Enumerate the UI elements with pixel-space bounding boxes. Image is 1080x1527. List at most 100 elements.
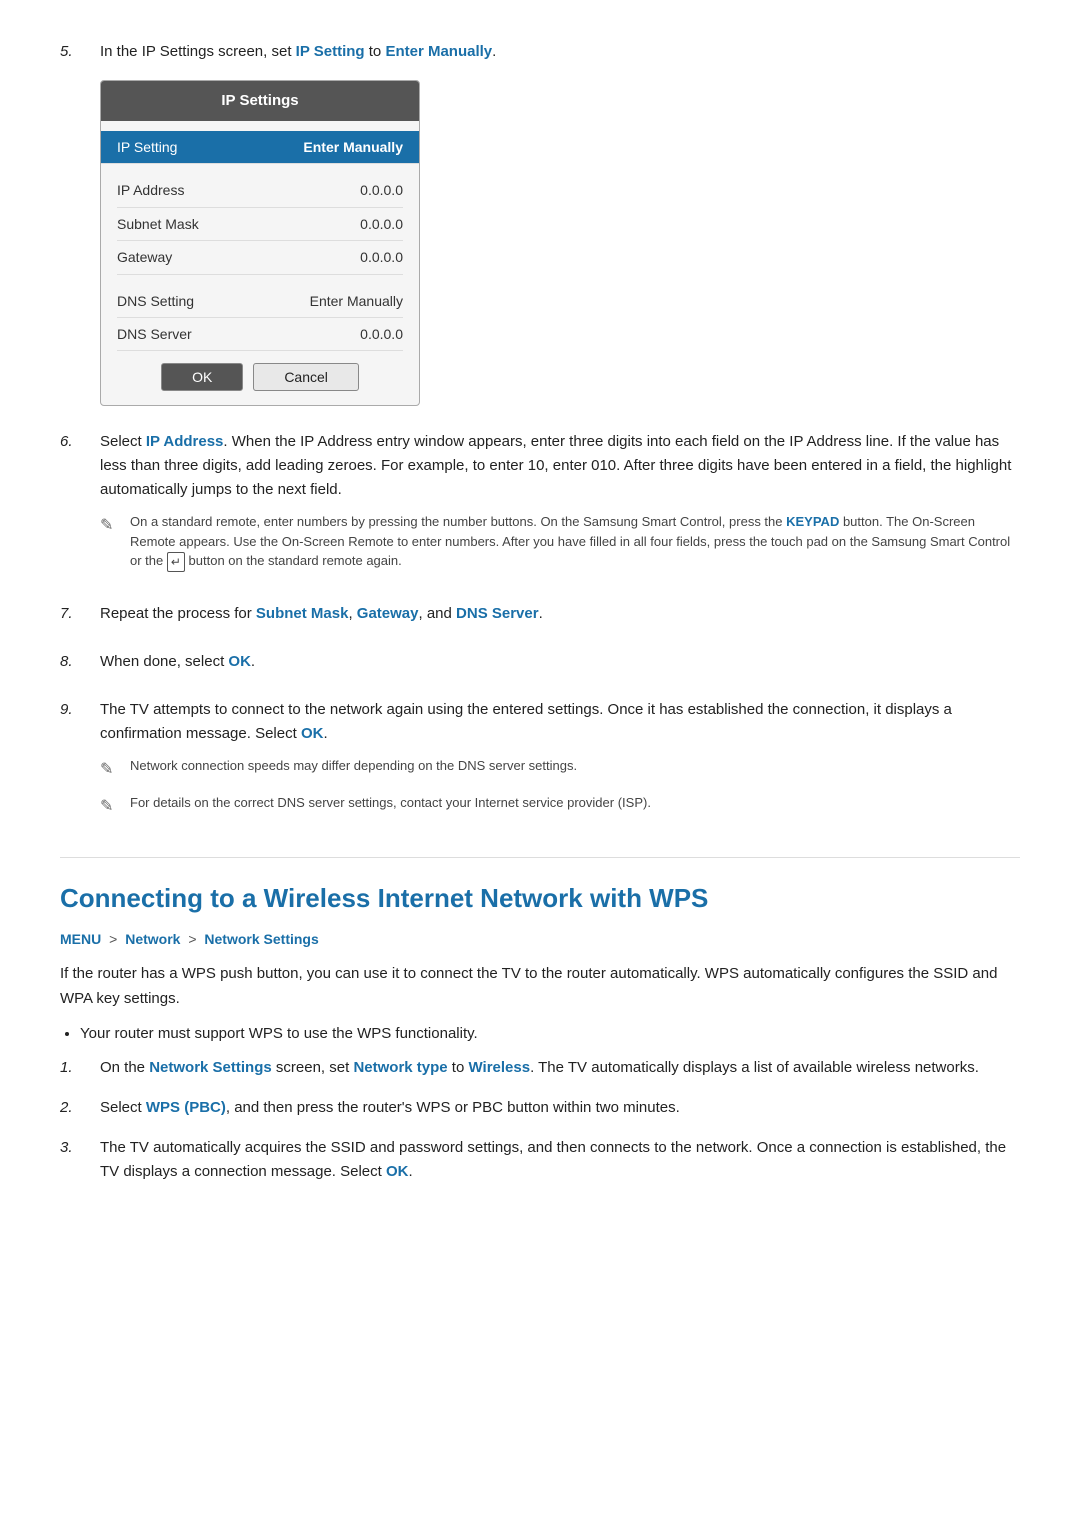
step-7-content: Repeat the process for Subnet Mask, Gate… [100, 602, 1020, 626]
ok-link-step9[interactable]: OK [301, 725, 324, 742]
subnet-mask-value: 0.0.0.0 [360, 213, 403, 235]
ip-address-link[interactable]: IP Address [146, 433, 224, 450]
wps-step-number-2: 2. [60, 1096, 88, 1120]
ok-link-wps[interactable]: OK [386, 1163, 409, 1180]
dialog-row-subnet-mask[interactable]: Subnet Mask 0.0.0.0 [117, 208, 403, 241]
step-7-text2: . [539, 605, 543, 622]
wps-step-number-1: 1. [60, 1056, 88, 1080]
step-7: 7. Repeat the process for Subnet Mask, G… [60, 602, 1020, 626]
wps-bullet-list: Your router must support WPS to use the … [80, 1022, 1020, 1046]
dialog-buttons: OK Cancel [117, 363, 403, 391]
pencil-icon-3: ✎ [100, 794, 120, 820]
network-type-link[interactable]: Network type [353, 1059, 447, 1076]
breadcrumb-sep1: > [105, 931, 121, 947]
wps-step-3-text1: The TV automatically acquires the SSID a… [100, 1139, 1006, 1180]
enter-manually-link[interactable]: Enter Manually [385, 43, 492, 60]
step-9-note2: ✎ For details on the correct DNS server … [100, 793, 1020, 820]
wps-step-2-content: Select WPS (PBC), and then press the rou… [100, 1096, 1020, 1120]
wps-step-2-text2: , and then press the router's WPS or PBC… [226, 1099, 680, 1116]
gateway-value: 0.0.0.0 [360, 246, 403, 268]
wps-heading: Connecting to a Wireless Internet Networ… [60, 882, 1020, 916]
pencil-icon-2: ✎ [100, 757, 120, 783]
ok-button[interactable]: OK [161, 363, 243, 391]
step-7-text1: Repeat the process for [100, 605, 256, 622]
dns-server-label: DNS Server [117, 323, 192, 345]
ok-link-step8[interactable]: OK [228, 653, 251, 670]
dialog-row-ip-setting[interactable]: IP Setting Enter Manually [101, 131, 419, 164]
step-6-content: Select IP Address. When the IP Address e… [100, 430, 1020, 578]
wps-step-3-text2: . [408, 1163, 412, 1180]
step-number-9: 9. [60, 698, 88, 722]
step-9: 9. The TV attempts to connect to the net… [60, 698, 1020, 825]
cancel-button[interactable]: Cancel [253, 363, 359, 391]
step-6-text1: Select [100, 433, 146, 450]
step-9-content: The TV attempts to connect to the networ… [100, 698, 1020, 825]
step-9-note2-text: For details on the correct DNS server se… [130, 793, 1020, 813]
wps-step-1-text3: to [448, 1059, 469, 1076]
ip-setting-link[interactable]: IP Setting [296, 43, 365, 60]
ip-setting-value: Enter Manually [303, 136, 403, 158]
gateway-link[interactable]: Gateway [357, 605, 419, 622]
step-5-middle: to [365, 43, 386, 60]
step-8-content: When done, select OK. [100, 650, 1020, 674]
ip-address-value: 0.0.0.0 [360, 179, 403, 201]
wps-pbc-link[interactable]: WPS (PBC) [146, 1099, 226, 1116]
breadcrumb: MENU > Network > Network Settings [60, 928, 1020, 950]
step-7-sep2: , and [419, 605, 457, 622]
step-5-text: In the IP Settings screen, set [100, 43, 296, 60]
step-5: 5. In the IP Settings screen, set IP Set… [60, 40, 1020, 64]
dialog-row-ip-address[interactable]: IP Address 0.0.0.0 [117, 174, 403, 207]
wps-step-3: 3. The TV automatically acquires the SSI… [60, 1136, 1020, 1184]
wps-section: Connecting to a Wireless Internet Networ… [60, 882, 1020, 1184]
breadcrumb-menu[interactable]: MENU [60, 931, 101, 947]
wps-step-1-content: On the Network Settings screen, set Netw… [100, 1056, 1020, 1080]
step-number-8: 8. [60, 650, 88, 674]
step-6-text2: . When the IP Address entry window appea… [100, 433, 1011, 498]
wps-step-2-text1: Select [100, 1099, 146, 1116]
breadcrumb-network[interactable]: Network [125, 931, 180, 947]
dialog-title: IP Settings [101, 81, 419, 121]
wps-step-2: 2. Select WPS (PBC), and then press the … [60, 1096, 1020, 1120]
step-number-6: 6. [60, 430, 88, 454]
subnet-mask-label: Subnet Mask [117, 213, 199, 235]
wps-step-number-3: 3. [60, 1136, 88, 1160]
step-number-5: 5. [60, 40, 88, 64]
step-5-after: . [492, 43, 496, 60]
dialog-row-gateway[interactable]: Gateway 0.0.0.0 [117, 241, 403, 274]
network-settings-link[interactable]: Network Settings [149, 1059, 272, 1076]
section-divider [60, 857, 1020, 858]
return-icon: ↵ [167, 552, 185, 572]
step-8-text1: When done, select [100, 653, 228, 670]
breadcrumb-sep2: > [184, 931, 200, 947]
wireless-link[interactable]: Wireless [469, 1059, 531, 1076]
step-6-note: ✎ On a standard remote, enter numbers by… [100, 512, 1020, 572]
wps-step-1-text4: . The TV automatically displays a list o… [530, 1059, 979, 1076]
gateway-label: Gateway [117, 246, 172, 268]
step-9-text2: . [323, 725, 327, 742]
dialog-body: IP Setting Enter Manually IP Address 0.0… [101, 121, 419, 405]
dns-server-value: 0.0.0.0 [360, 323, 403, 345]
dns-server-link[interactable]: DNS Server [456, 605, 539, 622]
dns-setting-label: DNS Setting [117, 290, 194, 312]
step-8: 8. When done, select OK. [60, 650, 1020, 674]
ip-setting-label: IP Setting [117, 136, 177, 158]
dialog-row-dns-server[interactable]: DNS Server 0.0.0.0 [117, 318, 403, 351]
wps-step-1-text2: screen, set [272, 1059, 354, 1076]
ip-settings-dialog: IP Settings IP Setting Enter Manually IP… [100, 80, 420, 406]
dialog-wrapper: IP Settings IP Setting Enter Manually IP… [100, 80, 1020, 406]
wps-step-1-text1: On the [100, 1059, 149, 1076]
wps-step-3-content: The TV automatically acquires the SSID a… [100, 1136, 1020, 1184]
wps-step-1: 1. On the Network Settings screen, set N… [60, 1056, 1020, 1080]
breadcrumb-network-settings[interactable]: Network Settings [204, 931, 318, 947]
step-8-text2: . [251, 653, 255, 670]
subnet-mask-link[interactable]: Subnet Mask [256, 605, 349, 622]
step-6-note-text: On a standard remote, enter numbers by p… [130, 512, 1020, 572]
step-9-note1: ✎ Network connection speeds may differ d… [100, 756, 1020, 783]
dns-setting-value: Enter Manually [310, 290, 403, 312]
step-9-note1-text: Network connection speeds may differ dep… [130, 756, 1020, 776]
pencil-icon-1: ✎ [100, 513, 120, 539]
wps-bullet-item: Your router must support WPS to use the … [80, 1022, 1020, 1046]
wps-intro: If the router has a WPS push button, you… [60, 962, 1020, 1012]
ip-address-label: IP Address [117, 179, 184, 201]
dialog-row-dns-setting[interactable]: DNS Setting Enter Manually [117, 285, 403, 318]
